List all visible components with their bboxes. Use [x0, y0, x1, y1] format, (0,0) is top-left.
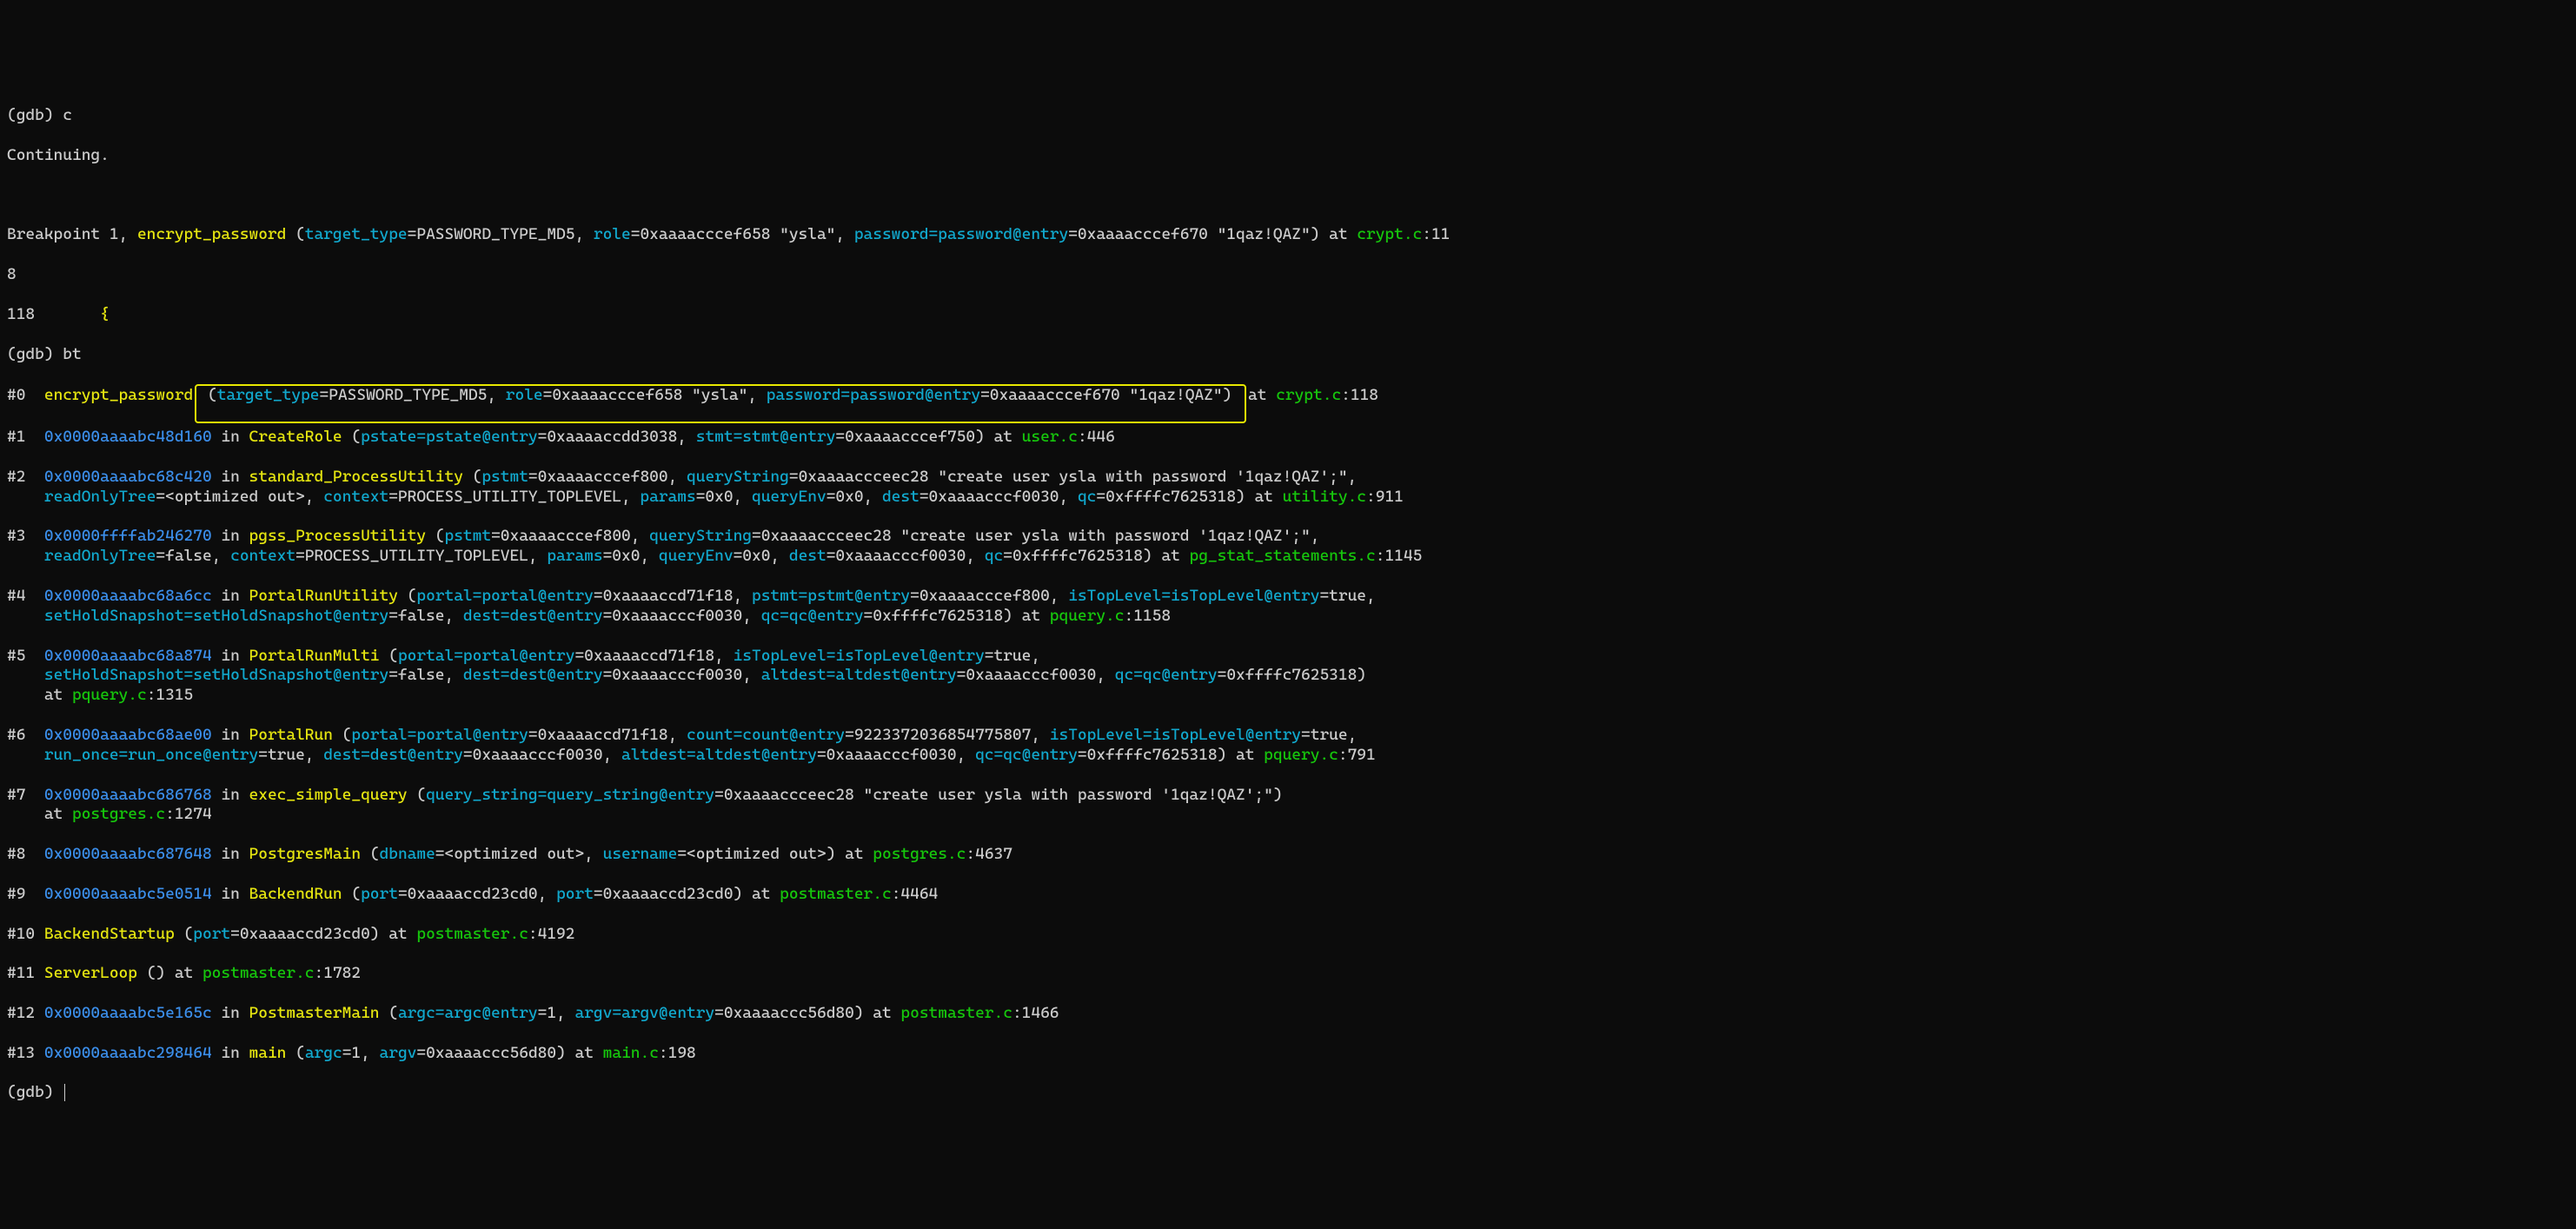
file-name: pquery.c	[1050, 607, 1125, 625]
param-name: password=password@entry	[854, 225, 1068, 243]
gdb-command: c	[63, 106, 72, 124]
func-name: pgss_ProcessUtility	[249, 527, 427, 545]
frame-5: #5 0x0000aaaabc68a874 in PortalRunMulti …	[7, 647, 2569, 707]
cursor-icon	[64, 1084, 65, 1101]
gdb-prompt-line: (gdb) c	[7, 106, 2569, 126]
file-name: postmaster.c	[900, 1004, 1012, 1022]
file-name: postmaster.c	[202, 964, 315, 982]
address: 0x0000aaaabc687648	[44, 845, 212, 863]
file-name: utility.c	[1283, 488, 1366, 506]
blank-line	[7, 186, 2569, 206]
func-name: PostgresMain	[249, 845, 362, 863]
address: 0x0000aaaabc68ae00	[44, 726, 212, 744]
terminal-output[interactable]: (gdb) c Continuing. Breakpoint 1, encryp…	[7, 86, 2569, 1123]
frame-7: #7 0x0000aaaabc686768 in exec_simple_que…	[7, 786, 2569, 826]
frame-10: #10 BackendStartup (port=0xaaaaccd23cd0)…	[7, 925, 2569, 945]
gdb-prompt: (gdb)	[7, 345, 63, 363]
gdb-prompt: (gdb)	[7, 1083, 63, 1101]
frame-12: #12 0x0000aaaabc5e165c in PostmasterMain…	[7, 1004, 2569, 1024]
func-name: standard_ProcessUtility	[249, 468, 463, 486]
file-name: postgres.c	[873, 845, 966, 863]
file-name: postmaster.c	[780, 885, 892, 903]
func-name: main	[249, 1044, 287, 1062]
func-name: encrypt_password	[137, 225, 286, 243]
func-name: ServerLoop	[44, 964, 137, 982]
file-name: pg_stat_statements.c	[1190, 547, 1376, 565]
param-name: role	[594, 225, 631, 243]
address: 0x0000aaaabc68c420	[44, 468, 212, 486]
file-name: pquery.c	[72, 686, 147, 704]
func-name: BackendRun	[249, 885, 342, 903]
func-name: exec_simple_query	[249, 786, 408, 804]
frame-8: #8 0x0000aaaabc687648 in PostgresMain (d…	[7, 845, 2569, 865]
source-line: 118 {	[7, 305, 2569, 325]
func-name: CreateRole	[249, 428, 342, 446]
func-name: PostmasterMain	[249, 1004, 380, 1022]
breakpoint-line: Breakpoint 1, encrypt_password (target_t…	[7, 225, 2569, 245]
frame-3: #3 0x0000ffffab246270 in pgss_ProcessUti…	[7, 527, 2569, 567]
file-name: postgres.c	[72, 805, 165, 823]
address: 0x0000aaaabc686768	[44, 786, 212, 804]
frame-11: #11 ServerLoop () at postmaster.c:1782	[7, 964, 2569, 984]
gdb-prompt: (gdb)	[7, 106, 63, 124]
func-name: encrypt_password	[44, 386, 193, 404]
continuing-text: Continuing.	[7, 146, 2569, 166]
gdb-prompt-line: (gdb) bt	[7, 345, 2569, 365]
highlight-box: (target_type=PASSWORD_TYPE_MD5, role=0xa…	[195, 384, 1246, 423]
frame-6: #6 0x0000aaaabc68ae00 in PortalRun (port…	[7, 726, 2569, 766]
line-number-wrap: 8	[7, 265, 2569, 285]
file-name: postmaster.c	[416, 925, 528, 943]
address: 0x0000aaaabc298464	[44, 1044, 212, 1062]
func-name: BackendStartup	[44, 925, 175, 943]
frame-1: #1 0x0000aaaabc48d160 in CreateRole (pst…	[7, 428, 2569, 448]
file-name: crypt.c	[1357, 225, 1422, 243]
func-name: PortalRunMulti	[249, 647, 380, 665]
func-name: PortalRunUtility	[249, 587, 398, 605]
file-name: pquery.c	[1264, 746, 1338, 764]
address: 0x0000aaaabc5e165c	[44, 1004, 212, 1022]
frame-13: #13 0x0000aaaabc298464 in main (argc=1, …	[7, 1044, 2569, 1064]
address: 0x0000aaaabc68a874	[44, 647, 212, 665]
address: 0x0000aaaabc5e0514	[44, 885, 212, 903]
param-name: target_type	[305, 225, 408, 243]
func-name: PortalRun	[249, 726, 333, 744]
file-name: crypt.c	[1276, 386, 1341, 404]
address: 0x0000aaaabc68a6cc	[44, 587, 212, 605]
gdb-command: bt	[63, 345, 81, 363]
frame-4: #4 0x0000aaaabc68a6cc in PortalRunUtilit…	[7, 587, 2569, 627]
frame-9: #9 0x0000aaaabc5e0514 in BackendRun (por…	[7, 885, 2569, 905]
gdb-prompt-line[interactable]: (gdb)	[7, 1083, 2569, 1103]
file-name: user.c	[1022, 428, 1078, 446]
address: 0x0000aaaabc48d160	[44, 428, 212, 446]
frame-2: #2 0x0000aaaabc68c420 in standard_Proces…	[7, 468, 2569, 508]
frame-0: #0 encrypt_password (target_type=PASSWOR…	[7, 384, 2569, 408]
address: 0x0000ffffab246270	[44, 527, 212, 545]
file-name: main.c	[603, 1044, 659, 1062]
